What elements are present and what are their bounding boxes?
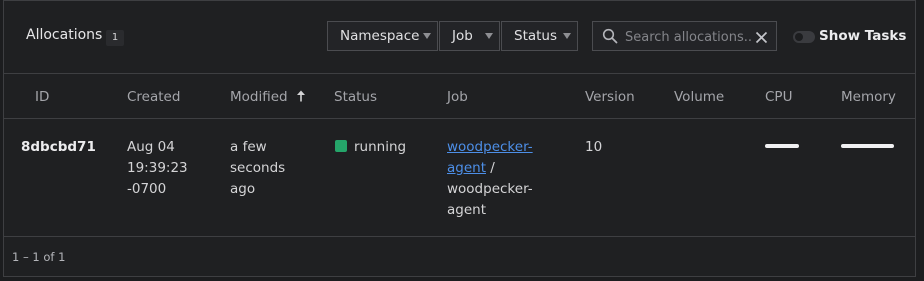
version-cell: 10 [585, 139, 603, 155]
namespace-filter-label: Namespace [340, 28, 420, 44]
allocations-toolbar: Allocations 1 Namespace Job Status Searc… [4, 1, 915, 74]
job-filter-label: Job [452, 28, 473, 44]
namespace-filter[interactable]: Namespace [327, 21, 438, 51]
clear-search-icon[interactable] [755, 29, 768, 48]
memory-usage-bar [841, 144, 894, 148]
allocations-panel: Allocations 1 Namespace Job Status Searc… [3, 0, 916, 277]
column-header-job[interactable]: Job [447, 89, 468, 105]
allocation-count-badge: 1 [106, 30, 124, 46]
toggle-knob [795, 33, 803, 41]
status-filter-label: Status [514, 28, 558, 44]
status-text: running [354, 139, 407, 155]
column-header-volume: Volume [674, 89, 725, 105]
column-header-version[interactable]: Version [585, 89, 635, 105]
search-icon [602, 28, 618, 48]
task-group-line-1: woodpecker- [447, 181, 533, 197]
chevron-down-icon [485, 33, 493, 39]
created-date: Aug 04 [127, 139, 175, 155]
status-running-icon [335, 140, 347, 152]
job-link-line-2: agent [447, 160, 486, 176]
column-header-memory: Memory [841, 89, 896, 105]
job-link[interactable]: woodpecker- [447, 139, 533, 155]
modified-line-3: ago [230, 181, 256, 197]
show-tasks-toggle[interactable] [793, 31, 815, 43]
job-filter[interactable]: Job [439, 21, 500, 51]
job-link-line-1: woodpecker- [447, 139, 533, 155]
page-title: Allocations [26, 27, 103, 43]
column-header-created[interactable]: Created [127, 89, 180, 105]
sort-ascending-icon [296, 90, 306, 106]
job-link-continued[interactable]: agent [447, 160, 486, 176]
job-cell: woodpecker- agent / woodpecker- agent [447, 137, 533, 221]
modified-line-1: a few [230, 139, 267, 155]
chevron-down-icon [423, 33, 431, 39]
cpu-usage-bar [765, 144, 799, 148]
column-header-id[interactable]: ID [35, 89, 49, 105]
column-header-modified[interactable]: Modified [230, 89, 306, 106]
created-time: 19:39:23 [127, 160, 188, 176]
task-group-line-2: agent [447, 202, 486, 218]
search-box [592, 21, 777, 51]
search-input[interactable] [623, 26, 755, 48]
pagination-summary: 1 – 1 of 1 [12, 250, 66, 264]
show-tasks-label[interactable]: Show Tasks [819, 28, 906, 44]
column-header-status[interactable]: Status [334, 89, 377, 105]
job-separator: / [486, 160, 495, 176]
allocation-id-link[interactable]: 8dbcbd71 [21, 137, 96, 158]
modified-cell: a few seconds ago [230, 137, 285, 200]
chevron-down-icon [563, 33, 571, 39]
created-cell: Aug 04 19:39:23 -0700 [127, 137, 188, 200]
status-cell: running [335, 137, 406, 158]
created-timezone: -0700 [127, 181, 167, 197]
column-header-cpu: CPU [765, 89, 793, 105]
footer-divider [4, 236, 915, 237]
status-filter[interactable]: Status [501, 21, 578, 51]
modified-line-2: seconds [230, 160, 286, 176]
column-header-modified-label: Modified [230, 89, 288, 105]
header-divider [4, 118, 915, 119]
